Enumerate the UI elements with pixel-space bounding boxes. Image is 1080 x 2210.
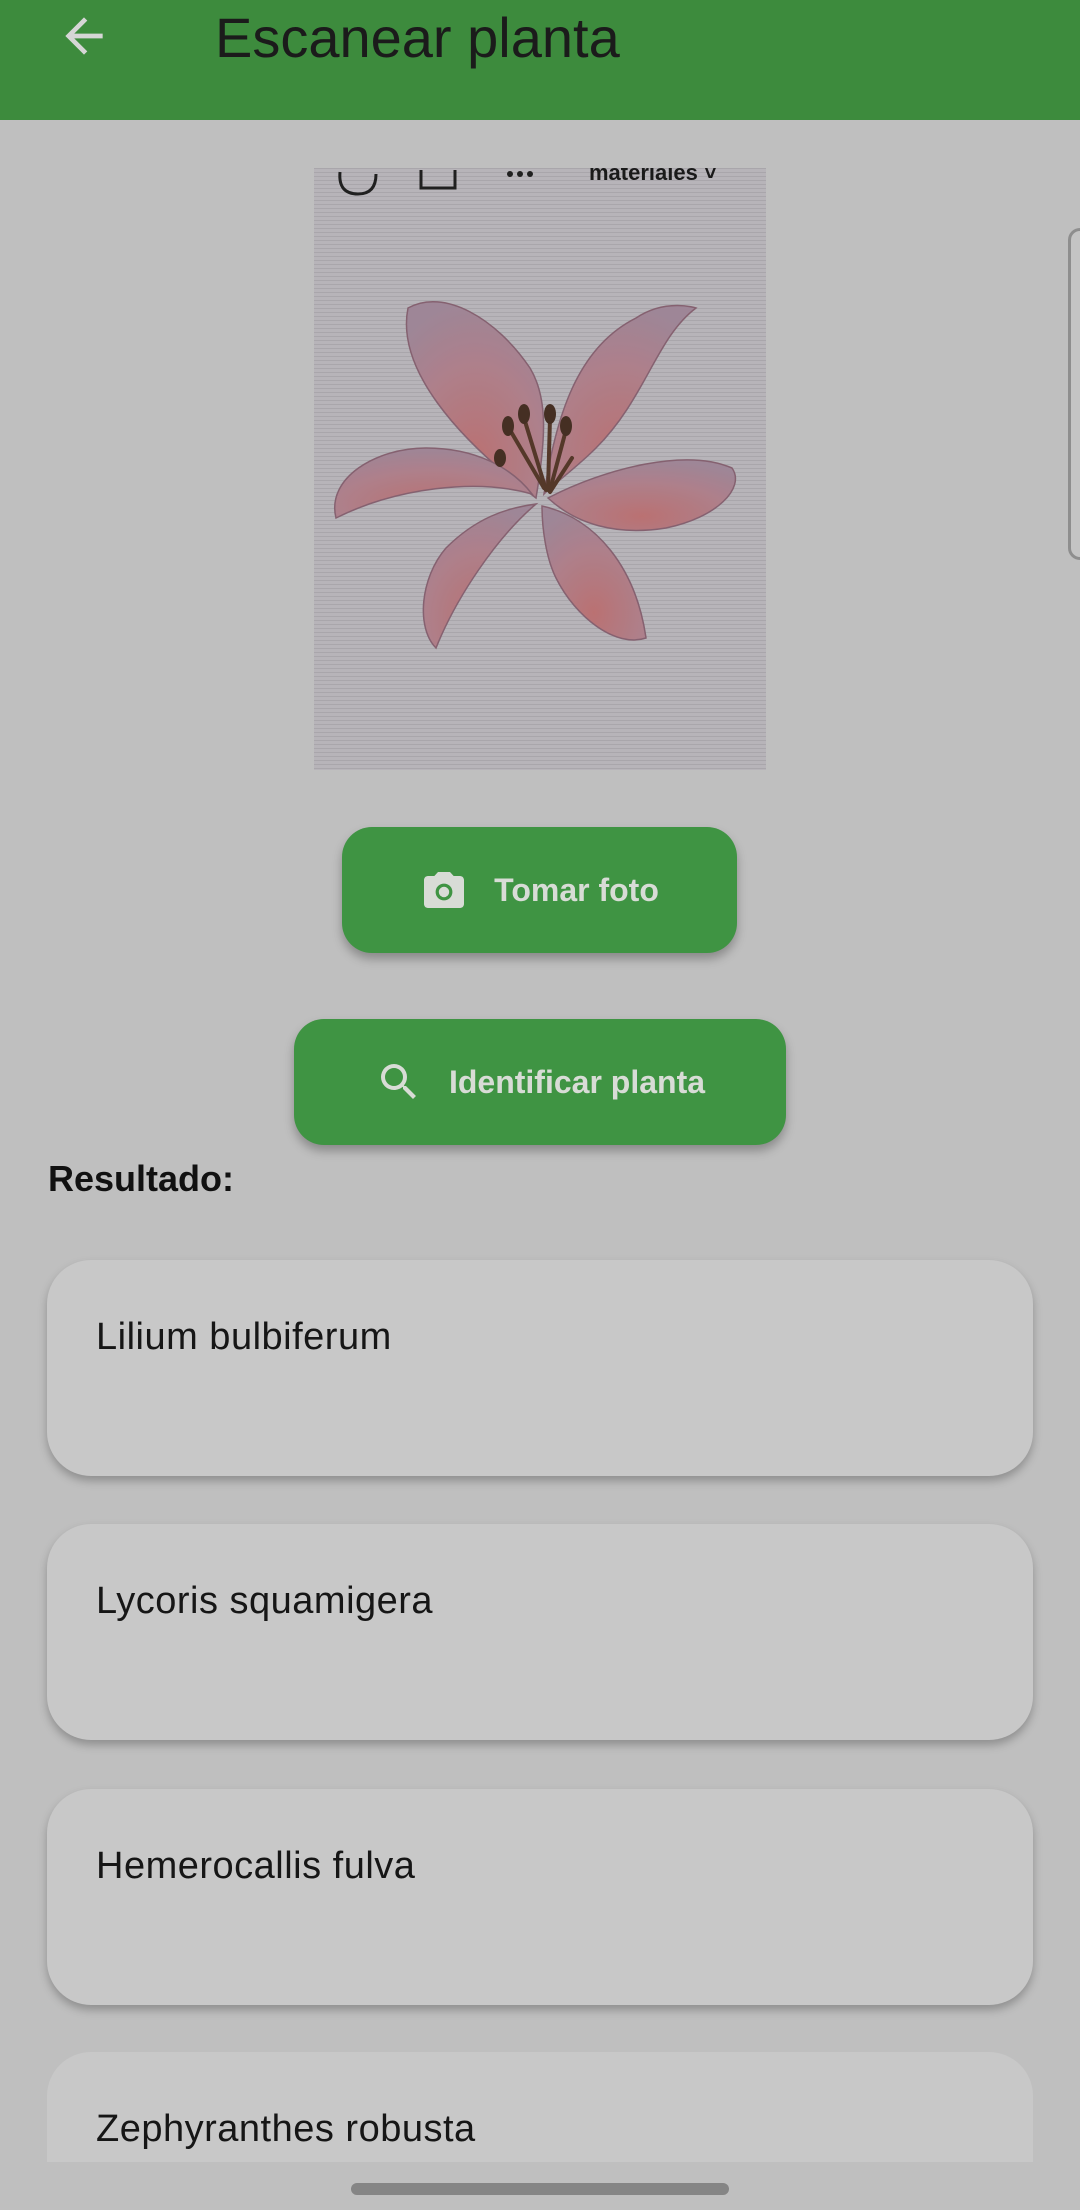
- result-card[interactable]: Hemerocallis fulva: [47, 1789, 1033, 2005]
- arrow-left-icon: [56, 8, 112, 69]
- search-icon: [375, 1058, 423, 1106]
- result-card[interactable]: Lilium bulbiferum: [47, 1260, 1033, 1476]
- result-name: Lilium bulbiferum: [96, 1316, 392, 1358]
- take-photo-label: Tomar foto: [494, 871, 659, 908]
- result-name: Hemerocallis fulva: [96, 1845, 416, 1887]
- back-button[interactable]: [48, 2, 120, 74]
- identify-plant-label: Identificar planta: [448, 1063, 706, 1100]
- result-card[interactable]: Zephyranthes robusta: [47, 2052, 1033, 2162]
- camera-icon: [420, 866, 468, 914]
- app-bar: Escanear planta: [0, 0, 1080, 120]
- result-name: Zephyranthes robusta: [96, 2108, 476, 2150]
- identify-plant-button[interactable]: Identificar planta: [294, 1019, 786, 1145]
- home-indicator[interactable]: [351, 2183, 729, 2195]
- results-heading: Resultado:: [48, 1158, 235, 1199]
- take-photo-button[interactable]: Tomar foto: [342, 827, 737, 953]
- result-card[interactable]: Lycoris squamigera: [47, 1524, 1033, 1740]
- side-scroll-handle[interactable]: [1068, 228, 1080, 560]
- result-name: Lycoris squamigera: [96, 1580, 434, 1622]
- photo-toolbar-text: materiales ˅: [589, 168, 717, 185]
- page-title: Escanear planta: [215, 6, 620, 69]
- plant-photo: materiales ˅: [314, 168, 766, 770]
